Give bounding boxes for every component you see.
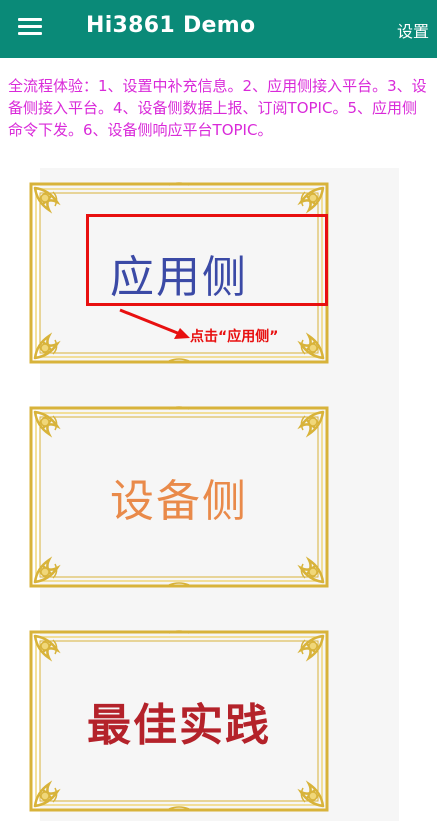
device-side-card[interactable]: 设备侧 — [27, 404, 331, 590]
best-practice-label: 最佳实践 — [87, 700, 271, 751]
tap-hint-label: 点击“应用侧” — [190, 329, 279, 345]
best-practice-card[interactable]: 最佳实践 — [27, 628, 331, 814]
pointer-arrow-icon — [119, 308, 190, 339]
app-title: Hi3861 Demo — [86, 13, 256, 38]
device-side-label: 设备侧 — [110, 476, 248, 527]
menu-icon[interactable] — [18, 16, 44, 38]
highlight-box — [86, 214, 328, 306]
flow-description: 全流程体验：1、设置中补充信息。2、应用侧接入平台。3、设备侧接入平台。4、设备… — [8, 77, 427, 139]
app-bar: Hi3861 Demo 设置 — [0, 0, 437, 58]
settings-button[interactable]: 设置 — [397, 18, 429, 42]
